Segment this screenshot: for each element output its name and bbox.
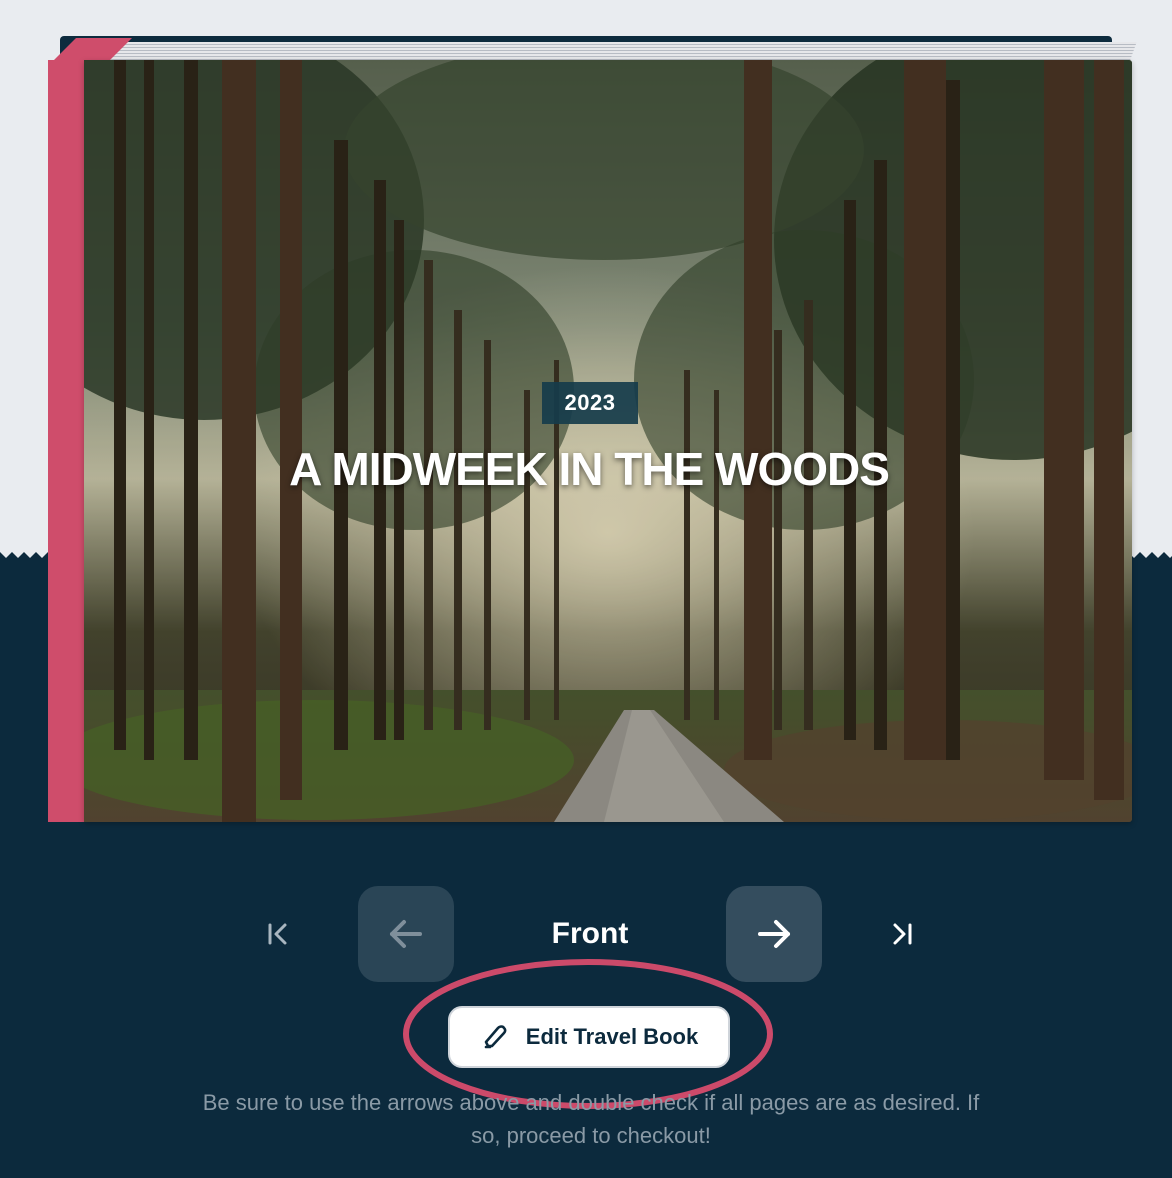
edit-travel-book-button[interactable]: Edit Travel Book (448, 1006, 730, 1068)
edit-travel-book-label: Edit Travel Book (525, 1024, 699, 1049)
year-badge: 2023 (542, 382, 638, 424)
arrow-left-icon (390, 920, 422, 948)
arrow-right-icon (758, 920, 790, 948)
forest-path-photo (84, 60, 1132, 822)
skip-to-last-icon (893, 923, 912, 945)
previous-page-button[interactable] (358, 886, 454, 982)
travel-book-preview-page: 2023 A MIDWEEK IN THE WOODS Front Edit T… (0, 0, 1172, 1178)
checkout-help-text: Be sure to use the arrows above and doub… (202, 1090, 980, 1148)
current-page-label: Front (551, 917, 629, 950)
pencil-icon (484, 1025, 507, 1049)
first-page-button[interactable] (258, 914, 298, 954)
book-cover: 2023 A MIDWEEK IN THE WOODS (84, 60, 1132, 822)
last-page-button[interactable] (882, 914, 922, 954)
book-title: A MIDWEEK IN THE WOODS (289, 443, 890, 495)
book-spine (48, 60, 84, 822)
skip-to-first-icon (268, 923, 287, 945)
next-page-button[interactable] (726, 886, 822, 982)
